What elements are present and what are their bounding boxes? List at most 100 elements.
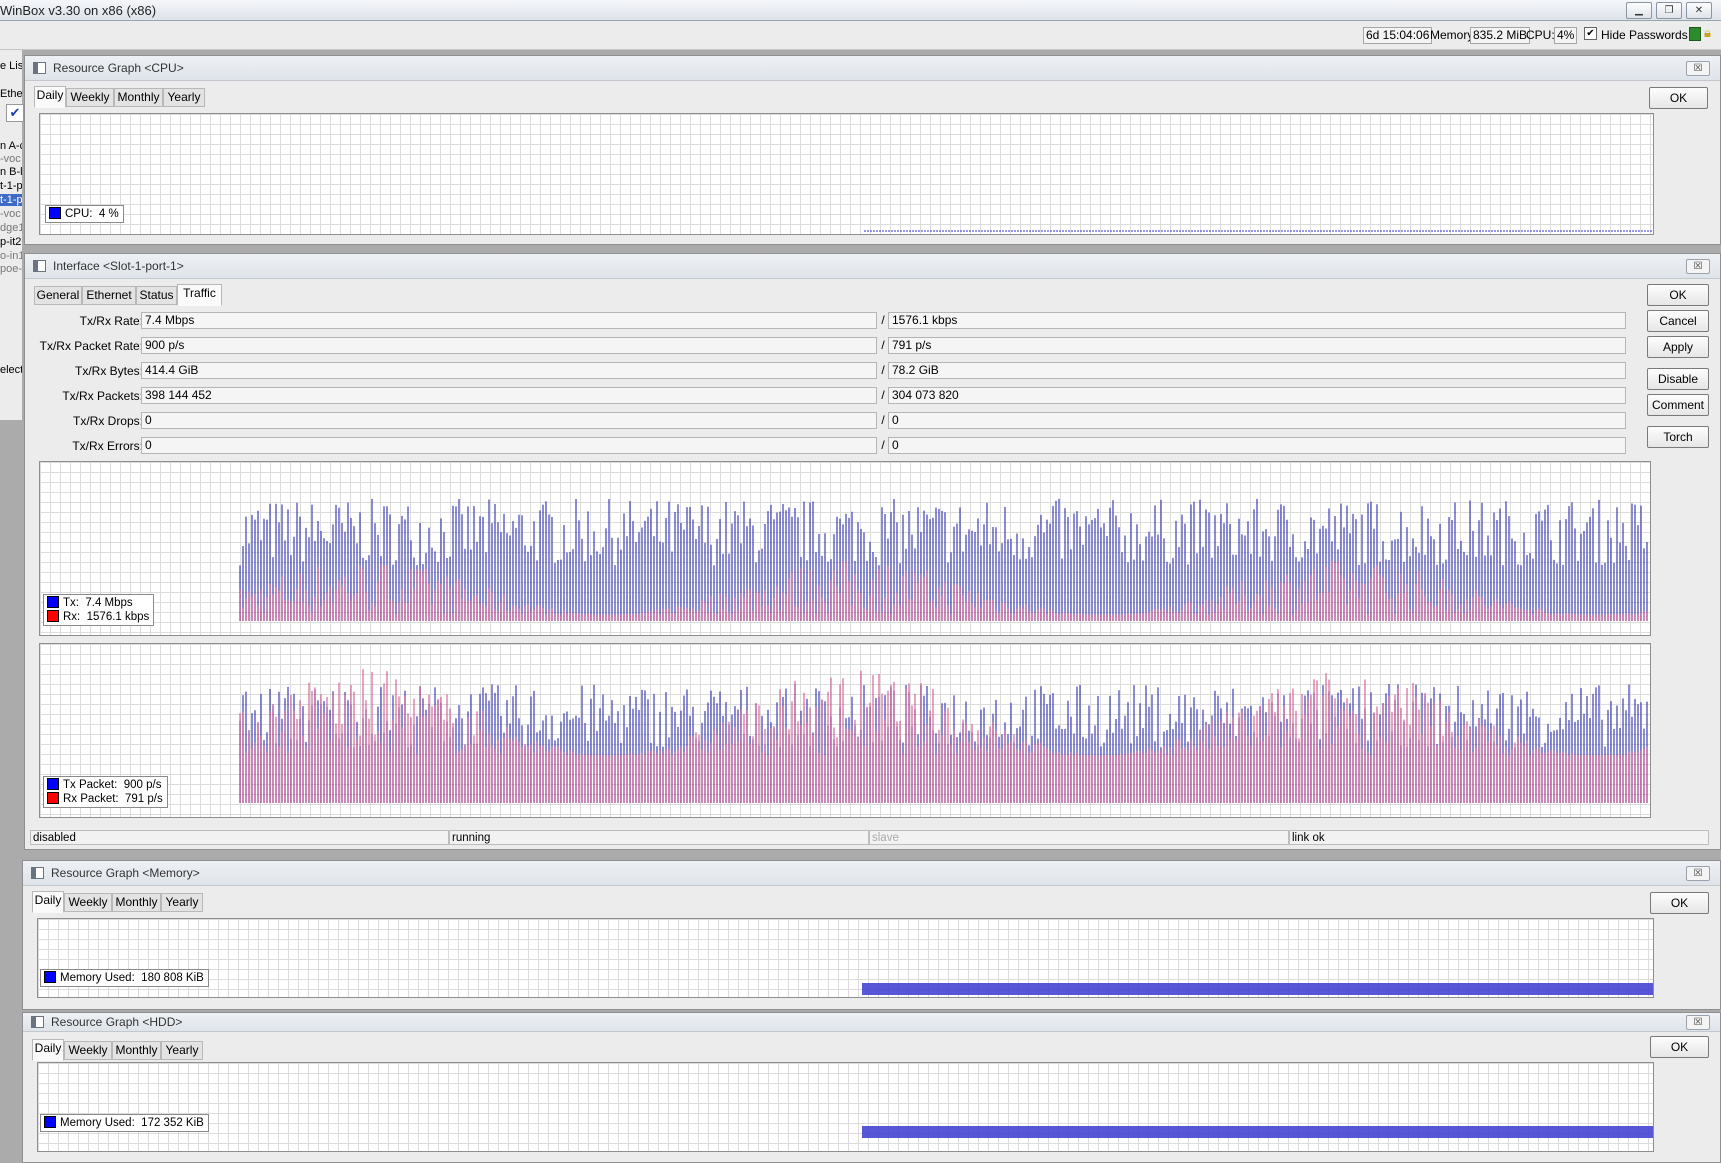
memory-usage-bars xyxy=(862,983,1653,995)
separator: / xyxy=(881,313,885,327)
rx-packets-field: 304 073 820 xyxy=(888,387,1626,404)
tab-daily[interactable]: Daily xyxy=(32,891,64,913)
rx-bytes-field: 78.2 GiB xyxy=(888,362,1626,379)
list-item[interactable]: n B-l xyxy=(0,166,22,178)
tx-packet-rate-field: 900 p/s xyxy=(141,337,877,354)
torch-button[interactable]: Torch xyxy=(1647,426,1709,448)
status-toolbar: 6d 15:04:06 Memory: 835.2 MiB CPU: 4% ✔ … xyxy=(0,21,1721,50)
ok-button[interactable]: OK xyxy=(1649,87,1708,109)
list-item-selected[interactable]: t-1-p xyxy=(0,194,22,206)
minimize-icon[interactable]: ▁ xyxy=(1626,2,1652,19)
memory-legend-value: 180 808 KiB xyxy=(141,972,204,984)
tab-weekly[interactable]: Weekly xyxy=(66,88,114,107)
hdd-color-swatch xyxy=(44,1116,56,1128)
window-title-bar[interactable]: Resource Graph <Memory> ☒ xyxy=(23,861,1720,886)
list-item[interactable]: t-1-p xyxy=(0,180,22,192)
tab-monthly[interactable]: Monthly xyxy=(112,1041,161,1060)
window-title: Resource Graph <CPU> xyxy=(53,61,184,75)
rx-packet-rate-field: 791 p/s xyxy=(888,337,1626,354)
comment-button[interactable]: Comment xyxy=(1647,394,1709,416)
list-item: e Lis xyxy=(0,60,22,72)
tx-legend-value: 7.4 Mbps xyxy=(85,597,133,609)
tab-weekly[interactable]: Weekly xyxy=(64,893,112,912)
list-item[interactable]: p-it2 xyxy=(0,236,22,248)
left-list-panel: e Lis Ethe ✔ n A-c -voc n B-l t-1-p t-1-… xyxy=(0,50,24,420)
cpu-legend-label: CPU: xyxy=(65,208,93,220)
close-icon[interactable]: ☒ xyxy=(1686,259,1710,274)
ok-button[interactable]: OK xyxy=(1650,1036,1709,1058)
rx-color-swatch xyxy=(47,610,59,622)
tab-weekly[interactable]: Weekly xyxy=(64,1041,112,1060)
tab-monthly[interactable]: Monthly xyxy=(112,893,161,912)
tab-yearly[interactable]: Yearly xyxy=(161,1041,203,1060)
field-label-drops: Tx/Rx Drops: xyxy=(72,414,143,428)
tx-packet-legend-entry: Tx Packet: 900 p/s xyxy=(47,778,163,792)
tx-packet-legend-value: 900 p/s xyxy=(123,779,162,791)
disable-button[interactable]: Disable xyxy=(1647,368,1709,390)
tab-monthly[interactable]: Monthly xyxy=(114,88,163,107)
ok-button[interactable]: OK xyxy=(1650,892,1709,914)
window-icon xyxy=(33,260,46,272)
field-label-bytes: Tx/Rx Bytes: xyxy=(74,364,143,378)
cpu-legend: CPU: 4 % xyxy=(45,205,124,223)
window-icon xyxy=(31,867,44,879)
list-item[interactable]: dge1 xyxy=(0,222,22,234)
window-title: Resource Graph <HDD> xyxy=(51,1015,183,1029)
list-item[interactable]: -voc xyxy=(0,208,22,220)
cpu-graph: CPU: 4 % xyxy=(39,113,1654,235)
list-item[interactable]: o-in1 xyxy=(0,250,22,262)
tab-yearly[interactable]: Yearly xyxy=(163,88,205,107)
tx-bytes-field: 414.4 GiB xyxy=(141,362,877,379)
tab-yearly[interactable]: Yearly xyxy=(161,893,203,912)
ok-button[interactable]: OK xyxy=(1647,284,1709,306)
rx-drops-field: 0 xyxy=(888,412,1626,429)
rx-packet-legend-value: 791 p/s xyxy=(125,793,163,805)
tx-drops-field: 0 xyxy=(141,412,877,429)
lock-icon[interactable]: 🔒︎ xyxy=(1704,25,1716,40)
tab-general[interactable]: General xyxy=(34,286,82,305)
window-title-bar[interactable]: Resource Graph <HDD> ☒ xyxy=(23,1013,1720,1032)
rx-legend-label: Rx: xyxy=(63,611,81,623)
graph-bars xyxy=(239,498,1648,621)
apply-button[interactable]: Apply xyxy=(1647,336,1709,358)
list-item[interactable]: -voc xyxy=(0,153,22,165)
tab-daily[interactable]: Daily xyxy=(34,86,66,108)
tab-ethernet[interactable]: Ethernet xyxy=(82,286,136,305)
close-icon[interactable]: ☒ xyxy=(1686,866,1710,881)
green-status-icon xyxy=(1689,27,1701,41)
rx-packet-legend-label: Rx Packet: xyxy=(63,793,119,805)
close-icon[interactable]: ☒ xyxy=(1686,61,1710,76)
status-disabled: disabled xyxy=(30,830,449,845)
hdd-graph-plot xyxy=(862,1126,1653,1138)
restore-icon[interactable]: ❐ xyxy=(1656,2,1682,19)
field-label-rate: Tx/Rx Rate: xyxy=(79,314,143,328)
status-slave: slave xyxy=(869,830,1289,845)
list-item[interactable]: elect xyxy=(0,364,22,376)
close-icon[interactable]: ☒ xyxy=(1686,1015,1710,1030)
close-icon[interactable]: ✕ xyxy=(1686,2,1712,19)
window-title-bar[interactable]: Resource Graph <CPU> ☒ xyxy=(25,56,1720,81)
list-item[interactable]: n A-c xyxy=(0,140,22,152)
window-title-bar[interactable]: Interface <Slot-1-port-1> ☒ xyxy=(25,254,1720,279)
list-item[interactable]: Ethe xyxy=(0,88,22,100)
tab-status[interactable]: Status xyxy=(136,286,177,305)
hdd-graph: Memory Used: 172 352 KiB xyxy=(37,1062,1654,1152)
app-title-bar: WinBox v3.30 on x86 (x86) ▁ ❐ ✕ xyxy=(0,0,1721,21)
list-item[interactable]: poe-i xyxy=(0,263,22,275)
tab-traffic[interactable]: Traffic xyxy=(177,284,222,306)
packet-legend: Tx Packet: 900 p/s Rx Packet: 791 p/s xyxy=(43,776,168,808)
memory-graph: Memory Used: 180 808 KiB xyxy=(37,918,1654,998)
window-icon xyxy=(31,1016,44,1028)
cancel-button[interactable]: Cancel xyxy=(1647,310,1709,332)
cpu-color-swatch xyxy=(49,207,61,219)
hide-passwords-checkbox[interactable]: ✔ xyxy=(1584,27,1597,40)
memory-graph-window: Resource Graph <Memory> ☒ Daily Weekly M… xyxy=(22,860,1721,1010)
rx-legend-entry: Rx: 1576.1 kbps xyxy=(47,610,149,624)
cpu-value: 4% xyxy=(1554,27,1578,44)
tx-packet-color-swatch xyxy=(47,778,59,790)
interface-window: Interface <Slot-1-port-1> ☒ General Ethe… xyxy=(24,253,1721,850)
tab-daily[interactable]: Daily xyxy=(32,1039,64,1061)
memory-value: 835.2 MiB xyxy=(1470,27,1531,44)
check-icon[interactable]: ✔ xyxy=(6,104,24,122)
hide-passwords-label: Hide Passwords xyxy=(1601,28,1688,42)
